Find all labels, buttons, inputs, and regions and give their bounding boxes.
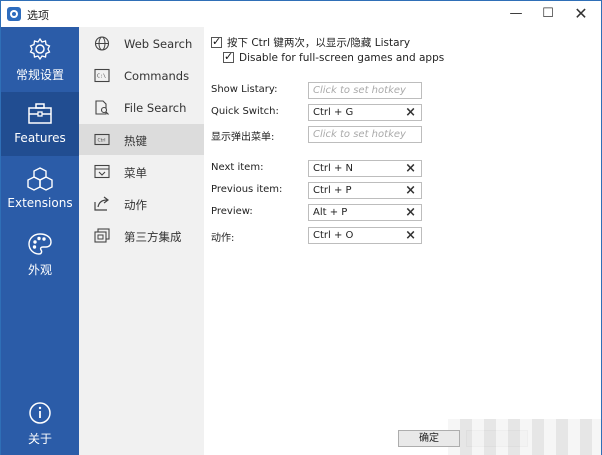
ctrl-toggle-label: 按下 Ctrl 键两次，以显示/隐藏 Listary [227,37,411,49]
nav-item-actions[interactable]: 动作 [79,188,204,219]
previous-item-value: Ctrl + P [313,185,352,196]
sidebar-item-general[interactable]: 常规设置 [1,27,79,91]
sidebar-item-label: 关于 [27,432,52,446]
action-hotkey-field[interactable]: Ctrl + O × [308,227,422,244]
popup-menu-label: 显示弹出菜单: [211,132,275,143]
next-item-hotkey-field[interactable]: Ctrl + N × [308,160,422,177]
action-value: Ctrl + O [313,230,354,241]
svg-text:C:\: C:\ [97,74,106,80]
quick-switch-value: Ctrl + G [313,107,354,118]
watermark-overlay [448,419,601,455]
sidebar-item-label: 外观 [27,263,52,277]
clear-icon[interactable]: × [405,228,416,243]
clear-icon[interactable]: × [405,183,416,198]
close-button[interactable]: ✕ [564,1,598,27]
terminal-icon: C:\ [94,68,110,83]
file-search-icon [94,100,110,115]
nav-item-menu[interactable]: 菜单 [79,156,204,187]
nav-item-label: File Search [124,101,187,115]
globe-icon [94,36,110,51]
quick-switch-label: Quick Switch: [211,106,279,117]
clear-icon[interactable]: × [405,161,416,176]
show-listary-label: Show Listary: [211,84,278,95]
action-icon [94,196,110,211]
ctrl-toggle-checkbox[interactable] [211,35,222,48]
nav-item-hotkeys[interactable]: Ctrl 热键 [79,124,204,155]
nav-item-label: 菜单 [124,166,147,180]
menu-icon [94,164,110,179]
nav-item-file-search[interactable]: File Search [79,92,204,123]
title-bar: 选项 — ☐ ✕ [1,1,601,27]
nav-item-web-search[interactable]: Web Search [79,28,204,59]
previous-item-label: Previous item: [211,184,283,195]
gear-icon [27,37,53,61]
nav-item-label: 第三方集成 [124,230,182,244]
fullscreen-disable-label: Disable for full-screen games and apps [239,52,445,64]
clear-icon[interactable]: × [405,105,416,120]
sidebar-item-extensions[interactable]: Extensions [1,157,79,221]
show-listary-hotkey-field[interactable]: Click to set hotkey [308,82,422,99]
next-item-value: Ctrl + N [313,163,354,174]
preview-label: Preview: [211,206,253,217]
quick-switch-hotkey-field[interactable]: Ctrl + G × [308,104,422,121]
hotkey-settings-panel: 按下 Ctrl 键两次，以显示/隐藏 Listary Disable for f… [204,27,601,455]
nav-item-integrations[interactable]: 第三方集成 [79,220,204,251]
next-item-label: Next item: [211,162,264,173]
sidebar-item-about[interactable]: 关于 [1,391,79,455]
sidebar-item-label: 常规设置 [15,68,64,82]
preview-hotkey-field[interactable]: Alt + P × [308,204,422,221]
nav-item-label: 热键 [124,134,147,148]
sidebar-item-label: Features [14,131,66,145]
previous-item-hotkey-field[interactable]: Ctrl + P × [308,182,422,199]
preview-value: Alt + P [313,207,348,218]
ctrl-toggle-option[interactable]: 按下 Ctrl 键两次，以显示/隐藏 Listary [211,35,410,50]
minimize-button[interactable]: — [499,1,533,27]
popup-menu-hotkey-field[interactable]: Click to set hotkey [308,126,422,143]
sidebar-item-appearance[interactable]: 外观 [1,222,79,286]
integration-icon [94,228,110,243]
clear-icon[interactable]: × [405,205,416,220]
sidebar-item-features[interactable]: Features [1,92,79,156]
nav-item-label: Web Search [124,37,193,51]
toolbox-icon [27,102,53,126]
keyboard-icon: Ctrl [94,132,110,147]
feature-nav: Web Search C:\ Commands File Search Ctrl… [79,27,204,455]
window-title: 选项 [27,9,49,22]
app-icon [7,7,21,21]
popup-menu-placeholder: Click to set hotkey [313,129,406,140]
palette-icon [27,232,53,256]
svg-text:Ctrl: Ctrl [98,138,106,144]
info-icon [27,401,53,425]
sidebar: 常规设置 Features Extensions 外观 关于 [1,27,79,455]
action-label: 动作: [211,233,235,244]
sidebar-item-label: Extensions [7,196,73,210]
maximize-button[interactable]: ☐ [531,1,565,27]
cubes-icon [27,167,53,191]
show-listary-placeholder: Click to set hotkey [313,85,406,96]
fullscreen-disable-checkbox[interactable] [223,50,234,63]
nav-item-label: 动作 [124,198,147,212]
options-window: 选项 — ☐ ✕ 常规设置 Features Extensions 外观 关于 … [0,0,602,455]
nav-item-label: Commands [124,69,190,83]
ok-button[interactable]: 确定 [398,430,460,447]
nav-item-commands[interactable]: C:\ Commands [79,60,204,91]
fullscreen-disable-option[interactable]: Disable for full-screen games and apps [223,50,445,64]
